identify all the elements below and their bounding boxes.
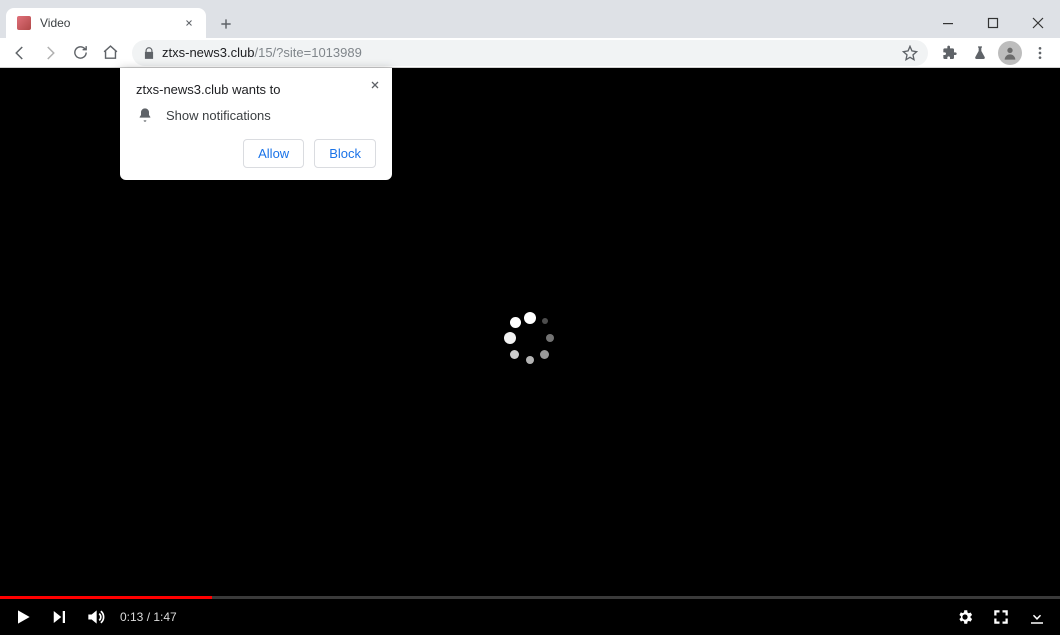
reload-button[interactable] bbox=[66, 39, 94, 67]
allow-button[interactable]: Allow bbox=[243, 139, 304, 168]
window-close-button[interactable] bbox=[1015, 8, 1060, 38]
bookmark-star-icon[interactable] bbox=[902, 45, 918, 61]
address-bar[interactable]: ztxs-news3.club/15/?site=1013989 bbox=[132, 40, 928, 66]
prompt-title: ztxs-news3.club wants to bbox=[136, 82, 376, 97]
prompt-close-icon[interactable] bbox=[366, 76, 384, 94]
labs-icon[interactable] bbox=[966, 39, 994, 67]
tab-favicon bbox=[16, 15, 32, 31]
browser-tab[interactable]: Video bbox=[6, 8, 206, 38]
forward-button bbox=[36, 39, 64, 67]
browser-menu-icon[interactable] bbox=[1026, 39, 1054, 67]
loading-spinner bbox=[500, 310, 560, 370]
page-content: ztxs-news3.club wants to Show notificati… bbox=[0, 68, 1060, 635]
url-host: ztxs-news3.club bbox=[162, 45, 254, 60]
notification-permission-prompt: ztxs-news3.club wants to Show notificati… bbox=[120, 68, 392, 180]
play-button[interactable] bbox=[12, 606, 34, 628]
extensions-icon[interactable] bbox=[936, 39, 964, 67]
next-button[interactable] bbox=[48, 606, 70, 628]
video-controls: 0:13 / 1:47 bbox=[0, 599, 1060, 635]
current-time: 0:13 bbox=[120, 610, 143, 624]
download-icon[interactable] bbox=[1026, 606, 1048, 628]
profile-avatar[interactable] bbox=[996, 39, 1024, 67]
url-path: /15/?site=1013989 bbox=[254, 45, 361, 60]
new-tab-button[interactable] bbox=[212, 10, 240, 38]
lock-icon bbox=[142, 46, 156, 60]
bell-icon bbox=[136, 107, 154, 123]
window-minimize-button[interactable] bbox=[925, 8, 970, 38]
volume-icon[interactable] bbox=[84, 606, 106, 628]
tab-title: Video bbox=[40, 16, 182, 30]
duration: 1:47 bbox=[153, 610, 176, 624]
fullscreen-icon[interactable] bbox=[990, 606, 1012, 628]
tab-strip: Video bbox=[0, 8, 1060, 38]
block-button[interactable]: Block bbox=[314, 139, 376, 168]
time-display: 0:13 / 1:47 bbox=[120, 610, 177, 624]
close-tab-icon[interactable] bbox=[182, 16, 196, 30]
browser-toolbar: ztxs-news3.club/15/?site=1013989 bbox=[0, 38, 1060, 68]
back-button[interactable] bbox=[6, 39, 34, 67]
window-maximize-button[interactable] bbox=[970, 8, 1015, 38]
settings-gear-icon[interactable] bbox=[954, 606, 976, 628]
home-button[interactable] bbox=[96, 39, 124, 67]
permission-label: Show notifications bbox=[166, 108, 271, 123]
